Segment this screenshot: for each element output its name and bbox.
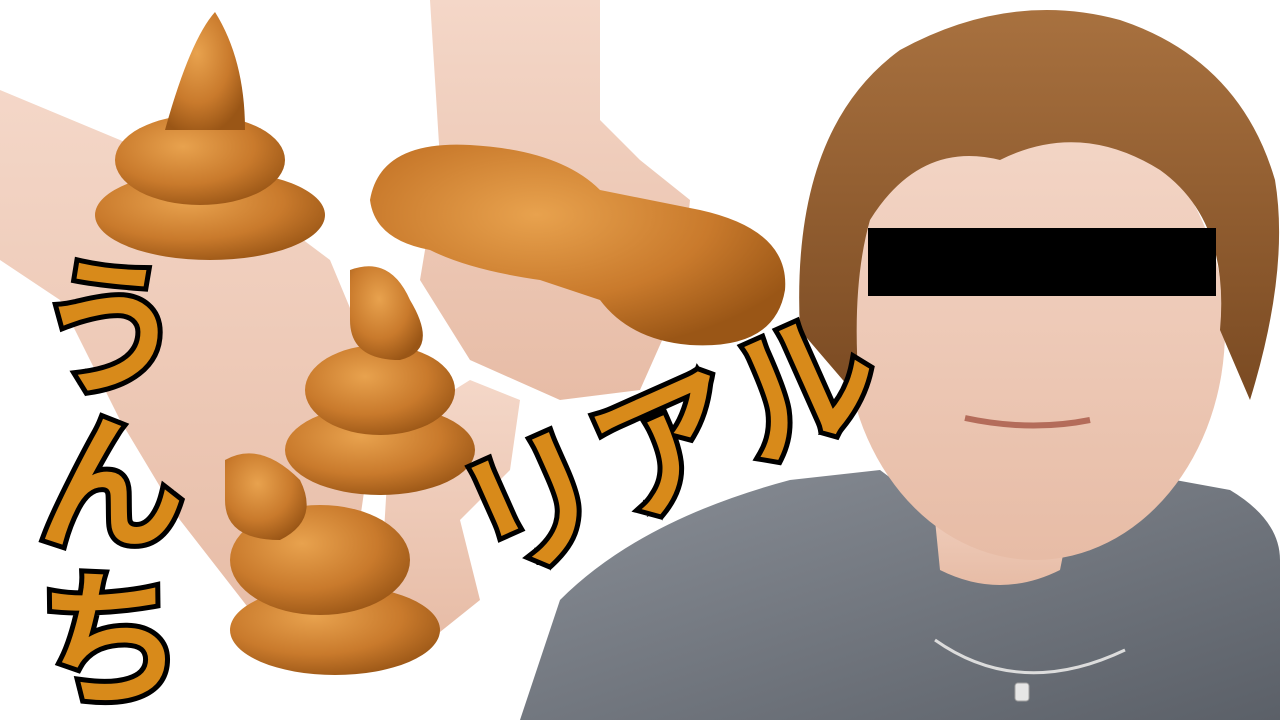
caption-unchi: うんち	[5, 245, 189, 720]
photo-scene	[0, 0, 1280, 720]
poo-top-left	[95, 12, 325, 260]
censor-bar	[868, 228, 1216, 296]
thumbnail: うんち リアル	[0, 0, 1280, 720]
